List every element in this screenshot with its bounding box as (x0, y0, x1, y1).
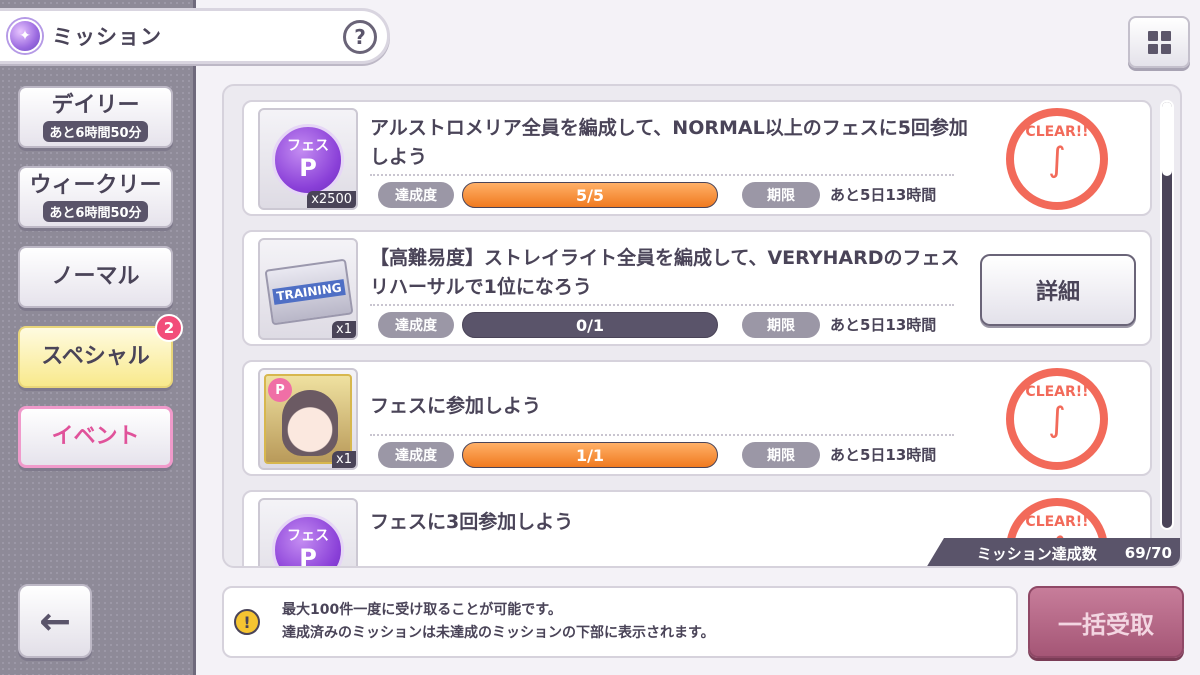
mission-count-value: 69/70 (1124, 544, 1172, 562)
mission-count-label: ミッション達成数 (976, 544, 1097, 563)
tab-label: ウィークリー (29, 172, 162, 198)
deadline-label: 期限 (742, 442, 820, 468)
tab-label: イベント (51, 424, 140, 449)
progress-bar: 0/1 (462, 312, 718, 338)
notification-badge: 2 (155, 314, 183, 342)
back-button[interactable]: ← (18, 584, 92, 658)
scrollbar[interactable] (1160, 100, 1174, 530)
scrollbar-thumb[interactable] (1162, 102, 1172, 176)
notice-line: 最大100件一度に受け取ることが可能です。 (282, 602, 562, 618)
clear-stamp-icon: CLEAR!! ∫ (1006, 368, 1108, 470)
mission-list[interactable]: フェス P x2500 アルストロメリア全員を編成して、NORMAL以上のフェス… (222, 84, 1182, 568)
rail-divider (193, 0, 196, 675)
mission-card: フェス P x2500 アルストロメリア全員を編成して、NORMAL以上のフェス… (242, 100, 1152, 216)
page-title: ミッション (52, 25, 162, 49)
divider (370, 434, 954, 436)
progress-label: 達成度 (378, 182, 454, 208)
tab-label: スペシャル (41, 344, 150, 369)
mission-card: TRAINING x1 【高難易度】ストレイライト全員を編成して、VERYHAR… (242, 230, 1152, 346)
deadline-value: あと5日13時間 (830, 316, 937, 334)
clear-stamp-icon: CLEAR!! ∫ (1006, 108, 1108, 210)
mission-title: 【高難易度】ストレイライト全員を編成して、VERYHARDのフェスリハーサルで1… (370, 247, 960, 298)
back-arrow-icon: ← (39, 599, 71, 643)
training-ticket-icon: TRAINING (264, 258, 354, 326)
fes-medal-icon: フェス P (272, 124, 344, 196)
claim-all-button[interactable]: 一括受取 (1028, 586, 1184, 658)
mission-title: フェスに3回参加しよう (370, 511, 574, 533)
reward-thumbnail: TRAINING x1 (258, 238, 358, 340)
notice-line: 達成済みのミッションは未達成のミッションの下部に表示されます。 (282, 625, 715, 641)
tab-daily[interactable]: デイリー あと6時間50分 (18, 86, 173, 148)
deadline-value: あと5日13時間 (830, 446, 937, 464)
tab-weekly[interactable]: ウィークリー あと6時間50分 (18, 166, 173, 228)
progress-bar: 5/5 (462, 182, 718, 208)
deadline-value: あと5日13時間 (830, 186, 937, 204)
mission-title: アルストロメリア全員を編成して、NORMAL以上のフェスに5回参加しよう (370, 117, 968, 168)
mission-count-banner: ミッション達成数 69/70 (926, 538, 1180, 566)
divider (370, 304, 954, 306)
help-button[interactable]: ? (343, 20, 377, 54)
detail-button[interactable]: 詳細 (980, 254, 1136, 326)
mission-card: P x1 フェスに参加しよう 達成度 1/1 期限 あと5日13時間 CLEAR… (242, 360, 1152, 476)
progress-label: 達成度 (378, 312, 454, 338)
deadline-label: 期限 (742, 312, 820, 338)
tab-label: デイリー (51, 92, 140, 118)
progress-value: 1/1 (575, 445, 605, 465)
progress-value: 5/5 (575, 185, 605, 205)
tab-label: ノーマル (51, 264, 140, 289)
deadline-label: 期限 (742, 182, 820, 208)
portrait-face (282, 390, 338, 456)
progress-label: 達成度 (378, 442, 454, 468)
reward-thumbnail: フェス P x2500 (258, 108, 358, 210)
reward-thumbnail: P x1 (258, 368, 358, 470)
mission-logo-icon: ✦ (8, 19, 42, 53)
tab-special[interactable]: スペシャル 2 (18, 314, 183, 388)
notice-text: 最大100件一度に受け取ることが可能です。 達成済みのミッションは未達成のミッシ… (282, 599, 715, 645)
progress-value: 0/1 (575, 315, 605, 335)
tab-time-remaining: あと6時間50分 (43, 200, 148, 222)
producer-tag-icon: P (268, 378, 292, 402)
menu-button[interactable] (1128, 16, 1190, 68)
progress-bar: 1/1 (462, 442, 718, 468)
divider (370, 174, 954, 176)
fes-medal-icon: フェス P (272, 514, 344, 566)
notice-box: ! 最大100件一度に受け取ることが可能です。 達成済みのミッションは未達成のミ… (222, 586, 1018, 658)
mission-title: フェスに参加しよう (370, 395, 542, 417)
reward-thumbnail: フェス P (258, 498, 358, 566)
tab-event[interactable]: イベント (18, 406, 173, 468)
tab-time-remaining: あと6時間50分 (43, 120, 148, 142)
reward-count: x1 (332, 321, 356, 338)
reward-count: x1 (332, 451, 356, 468)
grid-menu-icon (1147, 30, 1171, 54)
warning-icon: ! (234, 609, 260, 635)
tab-normal[interactable]: ノーマル (18, 246, 173, 308)
page-header: ✦ ミッション ? (0, 8, 390, 64)
reward-count: x2500 (307, 191, 356, 208)
